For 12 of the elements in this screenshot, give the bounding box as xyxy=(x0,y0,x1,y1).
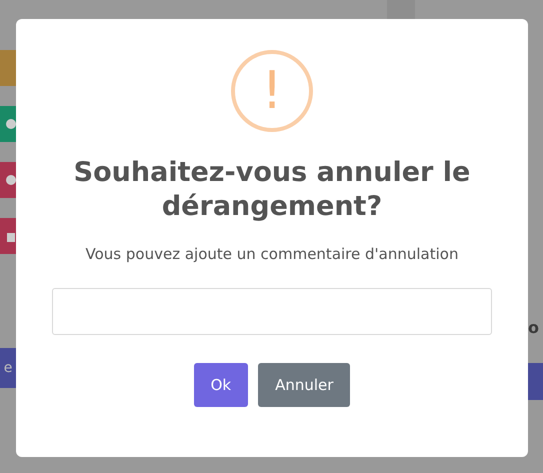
warning-icon: ! xyxy=(231,50,313,132)
nav-button[interactable]: e xyxy=(0,348,16,388)
side-tab[interactable] xyxy=(0,162,16,198)
confirm-button[interactable]: Ok xyxy=(194,363,248,407)
side-tab[interactable] xyxy=(0,218,16,254)
circle-icon xyxy=(6,174,16,186)
cancel-button[interactable]: Annuler xyxy=(258,363,350,407)
comment-field[interactable] xyxy=(52,288,492,335)
dialog-message: Vous pouvez ajoute un commentaire d'annulation xyxy=(86,245,458,263)
dialog-title: Souhaitez-vous annuler le dérangement? xyxy=(72,156,472,224)
side-tab[interactable] xyxy=(0,106,16,142)
heading-text: o xyxy=(528,318,540,338)
